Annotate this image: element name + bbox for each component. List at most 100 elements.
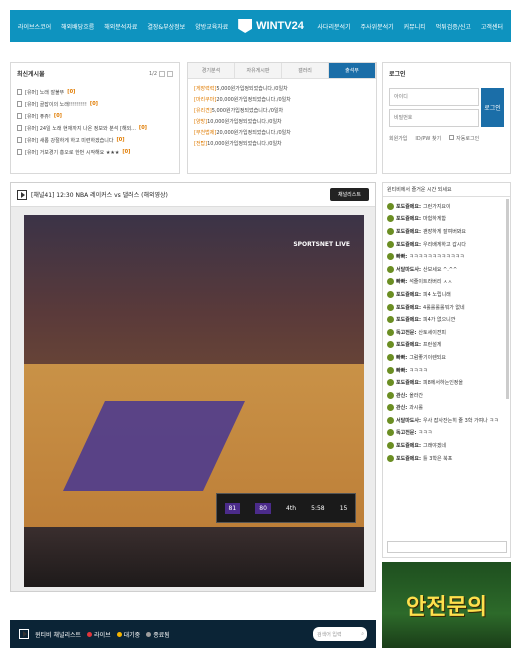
nav-link-ladder[interactable]: 사다리분석기	[317, 22, 350, 31]
auto-login-checkbox[interactable]: 자동로그인	[449, 135, 479, 142]
broadcast-logo: SPORTSNET LIVE	[293, 241, 350, 248]
tab-attendance[interactable]: 출석부	[329, 63, 376, 79]
chat-nickname[interactable]: 포도쥴메요:	[396, 316, 421, 323]
find-account-link[interactable]: ID/PW 찾기	[415, 135, 441, 142]
chat-text: 그래야겠네	[423, 443, 447, 450]
comment-count: [0]	[116, 137, 125, 143]
search-icon[interactable]: ⌕	[361, 631, 364, 637]
chat-nickname[interactable]: 포도쥴메요:	[396, 228, 421, 235]
nav-link-education[interactable]: 양방교육자료	[195, 22, 228, 31]
list-item[interactable]: [유머] 24일 노래 현재까지 나온 정보와 분석 [해외... [0]	[17, 122, 173, 134]
list-item: 서달마도사: 산보세요 ^.^^	[387, 263, 506, 276]
username-input[interactable]	[389, 88, 479, 106]
post-title: [유머] 퓨쥬!	[25, 113, 51, 120]
chat-nickname[interactable]: 빠빠:	[396, 354, 407, 361]
entry-text: 20,000원가입정되었습니다./0일차	[216, 97, 291, 103]
chat-nickname[interactable]: 서달마도사:	[396, 417, 421, 424]
chat-nickname[interactable]: 포도쥴메요:	[396, 379, 421, 386]
nav-link-analysis[interactable]: 해외분석자료	[104, 22, 137, 31]
user-avatar-icon	[387, 316, 394, 324]
user-avatar-icon	[387, 227, 394, 235]
board-tabs: 경기분석 자유게시판 갤러리 출석부	[188, 63, 376, 79]
next-page-button[interactable]	[167, 70, 173, 77]
tab-analysis[interactable]: 경기분석	[188, 63, 235, 79]
list-item[interactable]: [유머] 골잡이의 노래!!!!!!!!! [0]	[17, 98, 173, 110]
user-avatar-icon	[387, 240, 394, 248]
chat-nickname[interactable]: 관신:	[396, 392, 407, 399]
signup-link[interactable]: 회원가입	[389, 135, 407, 142]
list-item[interactable]: [유머] 노래 잘불뚜 [0]	[17, 86, 173, 98]
site-logo[interactable]: WINTV24	[235, 10, 307, 42]
chat-nickname[interactable]: 포도쥴메요:	[396, 241, 421, 248]
list-item[interactable]: [유리견]5,000원가입정되었습니다./0일차	[194, 107, 370, 118]
chat-nickname[interactable]: 포도쥴메요:	[396, 304, 421, 311]
chat-nickname[interactable]: 포도쥴메요:	[396, 442, 421, 449]
chat-nickname[interactable]: 포도쥴메요:	[396, 455, 421, 462]
video-player-panel: [채널41] 12:30 NBA 레이커스 vs 댈러스 (해외영상) 채널리스…	[10, 182, 376, 592]
legend-waiting: 대기중	[116, 630, 141, 639]
nav-link-odds[interactable]: 해외배당흐름	[61, 22, 94, 31]
list-item[interactable]: [양방]10,000원가입정되었습니다./0일차	[194, 118, 370, 129]
list-item[interactable]: [마리쿠마]20,000원가입정되었습니다./0일차	[194, 96, 370, 107]
list-item[interactable]: [부천법제]20,000원가입정되었습니다./0일차	[194, 129, 370, 140]
list-item: 관신: 과시롤	[387, 402, 506, 415]
user-avatar-icon	[387, 391, 394, 399]
chat-text: 과시롤	[409, 405, 424, 412]
chat-nickname[interactable]: 빠빠:	[396, 367, 407, 374]
chat-nickname[interactable]: 서달마도사:	[396, 266, 421, 273]
nav-link-livescore[interactable]: 라이브스코어	[18, 22, 51, 31]
logo-text: WINTV24	[256, 20, 304, 32]
channel-list-button[interactable]: 채널리스트	[329, 188, 369, 201]
list-item[interactable]: [유머] 거보경기 흥오로 한번 시작해요 ★★★ [0]	[17, 146, 173, 158]
user-avatar-icon	[387, 303, 394, 311]
chat-nickname[interactable]: 빠빠:	[396, 278, 407, 285]
user-tag: [부천법제]	[194, 130, 217, 136]
chat-nickname[interactable]: 빠빠:	[396, 253, 407, 260]
user-avatar-icon	[387, 454, 394, 462]
chat-nickname[interactable]: 포도쥴메요:	[396, 341, 421, 348]
channel-search-input[interactable]: 검색어 입력 ⌕	[313, 627, 367, 641]
chat-input[interactable]	[387, 541, 507, 553]
nav-link-support[interactable]: 고객센터	[481, 22, 503, 31]
quarter: 4th	[286, 504, 297, 512]
nav-link-community[interactable]: 커뮤니티	[404, 22, 426, 31]
password-input[interactable]	[389, 109, 479, 127]
chat-nickname[interactable]: 독고전문:	[396, 329, 416, 336]
board-tabs-panel: 경기분석 자유게시판 갤러리 출석부 [게장력력]5,000원가입정되었습니다.…	[187, 62, 377, 174]
legend-label: 대기중	[123, 631, 141, 639]
document-icon	[17, 125, 22, 131]
chat-text: 피4 노립니래	[423, 291, 451, 298]
user-avatar-icon	[387, 442, 394, 450]
user-avatar-icon	[387, 215, 394, 223]
channel-list-title: 윈티비 채널리스트	[35, 631, 82, 639]
list-item[interactable]: [전탑]10,000원가입정되었습니다./0일차	[194, 140, 370, 151]
post-title: [유머] 24일 노래 현재까지 나온 정보와 분석 [해외...	[25, 125, 136, 132]
latest-pager: 1/2	[149, 70, 173, 77]
post-title: [유머] 거보경기 흥오로 한번 시작해요 ★★★	[25, 149, 120, 156]
prev-page-button[interactable]	[159, 70, 165, 77]
tv-logo-icon	[238, 19, 253, 33]
tab-gallery[interactable]: 갤러리	[282, 63, 329, 79]
chat-nickname[interactable]: 독고전문:	[396, 429, 416, 436]
tab-free-board[interactable]: 자유게시판	[235, 63, 282, 79]
user-tag: [게장력력]	[194, 86, 217, 92]
nav-link-dice[interactable]: 주사위분석기	[361, 22, 394, 31]
list-item[interactable]: [유머] 퓨쥬! [0]	[17, 110, 173, 122]
nav-link-injury[interactable]: 결장&부상정보	[147, 22, 185, 31]
login-button[interactable]: 로그인	[481, 88, 504, 127]
chat-text: 산보세요 ^.^^	[423, 266, 458, 273]
chat-scrollbar[interactable]	[506, 199, 509, 399]
list-item[interactable]: [유머] 새롭 강절하게 하고 미련하겠습니다 [0]	[17, 134, 173, 146]
user-avatar-icon	[387, 404, 394, 412]
video-frame[interactable]: SPORTSNET LIVE 81 80 4th 5:58 15	[24, 215, 364, 587]
list-item: 독고전문: 산토세이젼피	[387, 326, 506, 339]
comment-count: [0]	[67, 89, 76, 95]
chat-text: 산토세이젼피	[418, 329, 447, 336]
chat-nickname[interactable]: 관신:	[396, 404, 407, 411]
chat-nickname[interactable]: 포도쥴메요:	[396, 291, 421, 298]
chat-nickname[interactable]: 포도쥴메요:	[396, 215, 421, 222]
list-item[interactable]: [게장력력]5,000원가입정되었습니다./0일차	[194, 85, 370, 96]
chat-nickname[interactable]: 포도쥴메요:	[396, 203, 421, 210]
safety-inquiry-banner[interactable]: 안전문의	[382, 562, 511, 648]
nav-link-report[interactable]: 먹튀검증/신고	[436, 22, 471, 31]
